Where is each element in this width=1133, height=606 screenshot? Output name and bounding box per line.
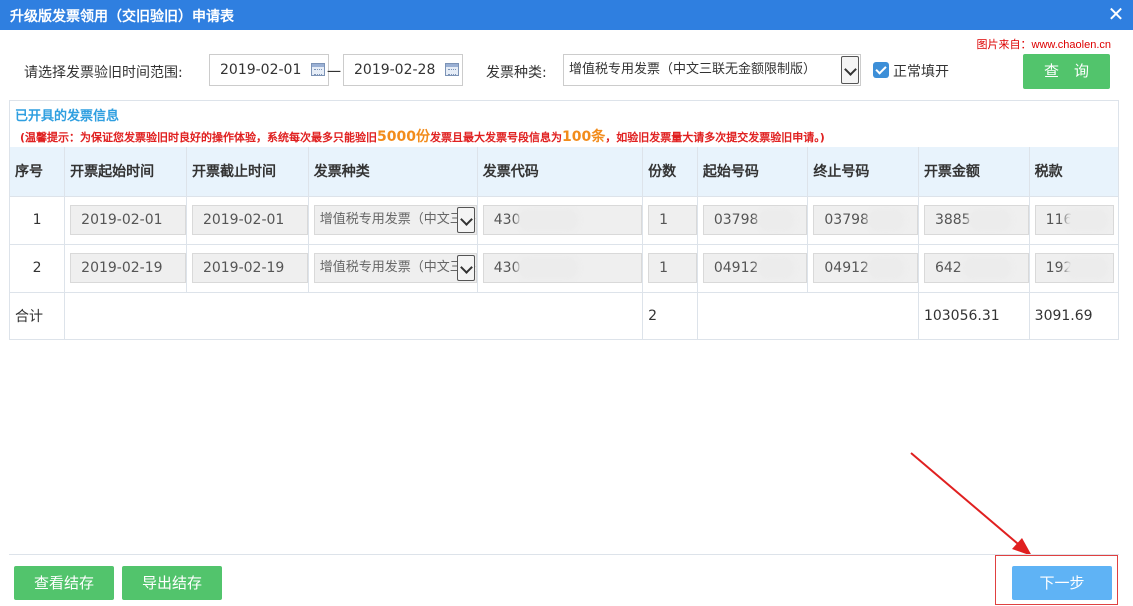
arrow-line xyxy=(910,452,1025,550)
footer-divider xyxy=(9,554,1119,555)
view-saved-button[interactable]: 查看结存 xyxy=(14,566,114,600)
next-step-button[interactable]: 下一步 xyxy=(1012,566,1112,600)
export-saved-button[interactable]: 导出结存 xyxy=(122,566,222,600)
annotation-arrow xyxy=(910,452,1032,556)
